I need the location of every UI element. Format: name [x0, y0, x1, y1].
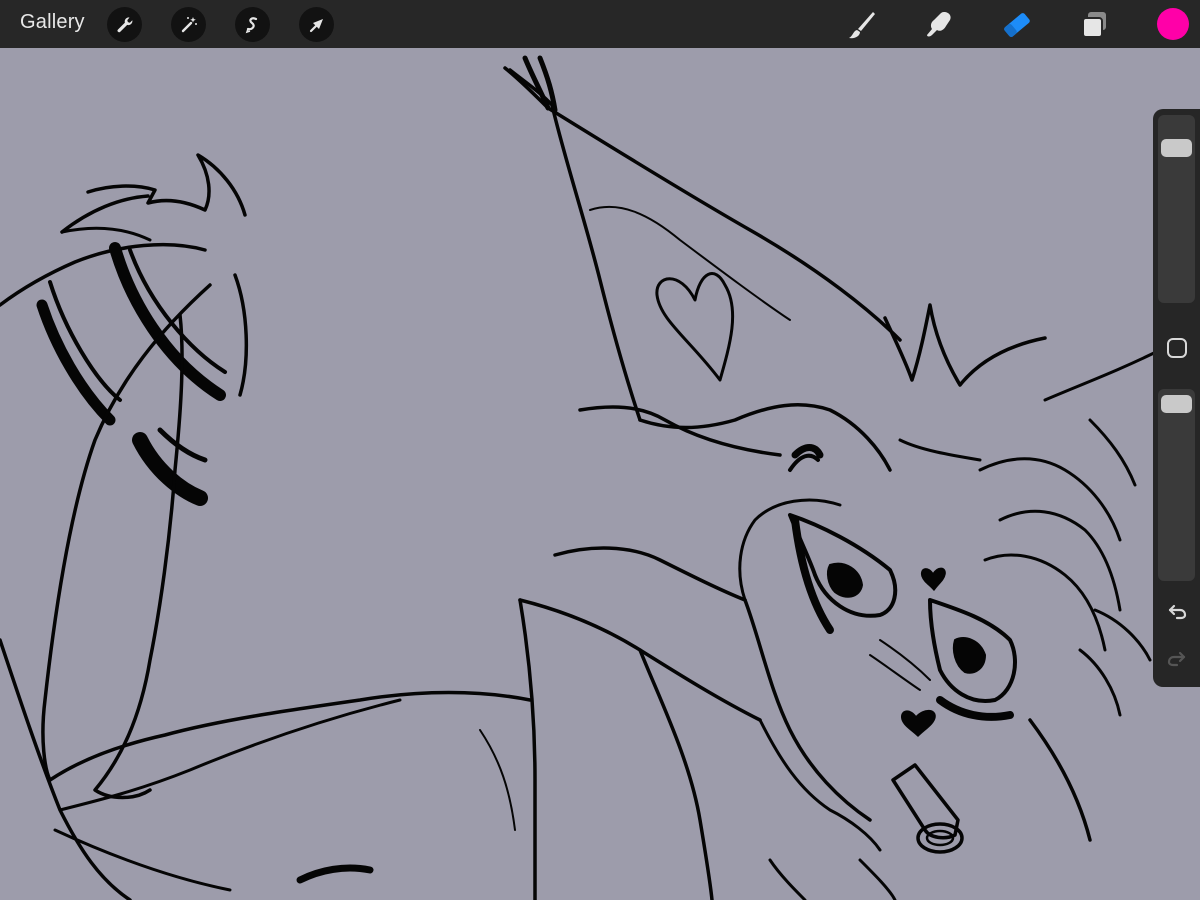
- brush-opacity-slider[interactable]: [1158, 389, 1195, 581]
- undo-icon: [1168, 604, 1187, 620]
- smudge-icon: [927, 12, 951, 37]
- actions-group: [107, 7, 334, 42]
- magic-wand-icon: [181, 16, 197, 32]
- adjustments-button[interactable]: [171, 7, 206, 42]
- brush-tool-button[interactable]: [845, 8, 879, 42]
- actions-button[interactable]: [107, 7, 142, 42]
- brush-opacity-thumb[interactable]: [1161, 395, 1192, 413]
- selection-button[interactable]: [235, 7, 270, 42]
- modify-square-icon[interactable]: [1167, 338, 1187, 358]
- color-picker-button[interactable]: [1157, 8, 1189, 40]
- selection-icon: [245, 16, 257, 33]
- brush-size-slider[interactable]: [1158, 115, 1195, 303]
- redo-icon: [1167, 651, 1186, 667]
- undo-button[interactable]: [1163, 597, 1191, 625]
- lineart-drawing: [0, 55, 1162, 900]
- redo-button[interactable]: [1163, 644, 1191, 672]
- transform-arrow-icon: [309, 18, 323, 32]
- smudge-tool-button[interactable]: [922, 8, 956, 42]
- layers-icon: [1082, 12, 1106, 38]
- brush-icon: [849, 12, 875, 39]
- eraser-tool-button[interactable]: [1000, 8, 1034, 42]
- layers-button[interactable]: [1078, 8, 1112, 42]
- brush-size-thumb[interactable]: [1161, 139, 1192, 157]
- procreate-app: Gallery: [0, 0, 1200, 900]
- transform-button[interactable]: [299, 7, 334, 42]
- gallery-button[interactable]: Gallery: [20, 11, 85, 34]
- top-toolbar: Gallery: [0, 0, 1200, 48]
- side-toolbar: [1153, 109, 1200, 687]
- wrench-icon: [117, 16, 132, 32]
- eraser-icon: [1004, 13, 1030, 37]
- drawing-canvas[interactable]: [0, 48, 1200, 900]
